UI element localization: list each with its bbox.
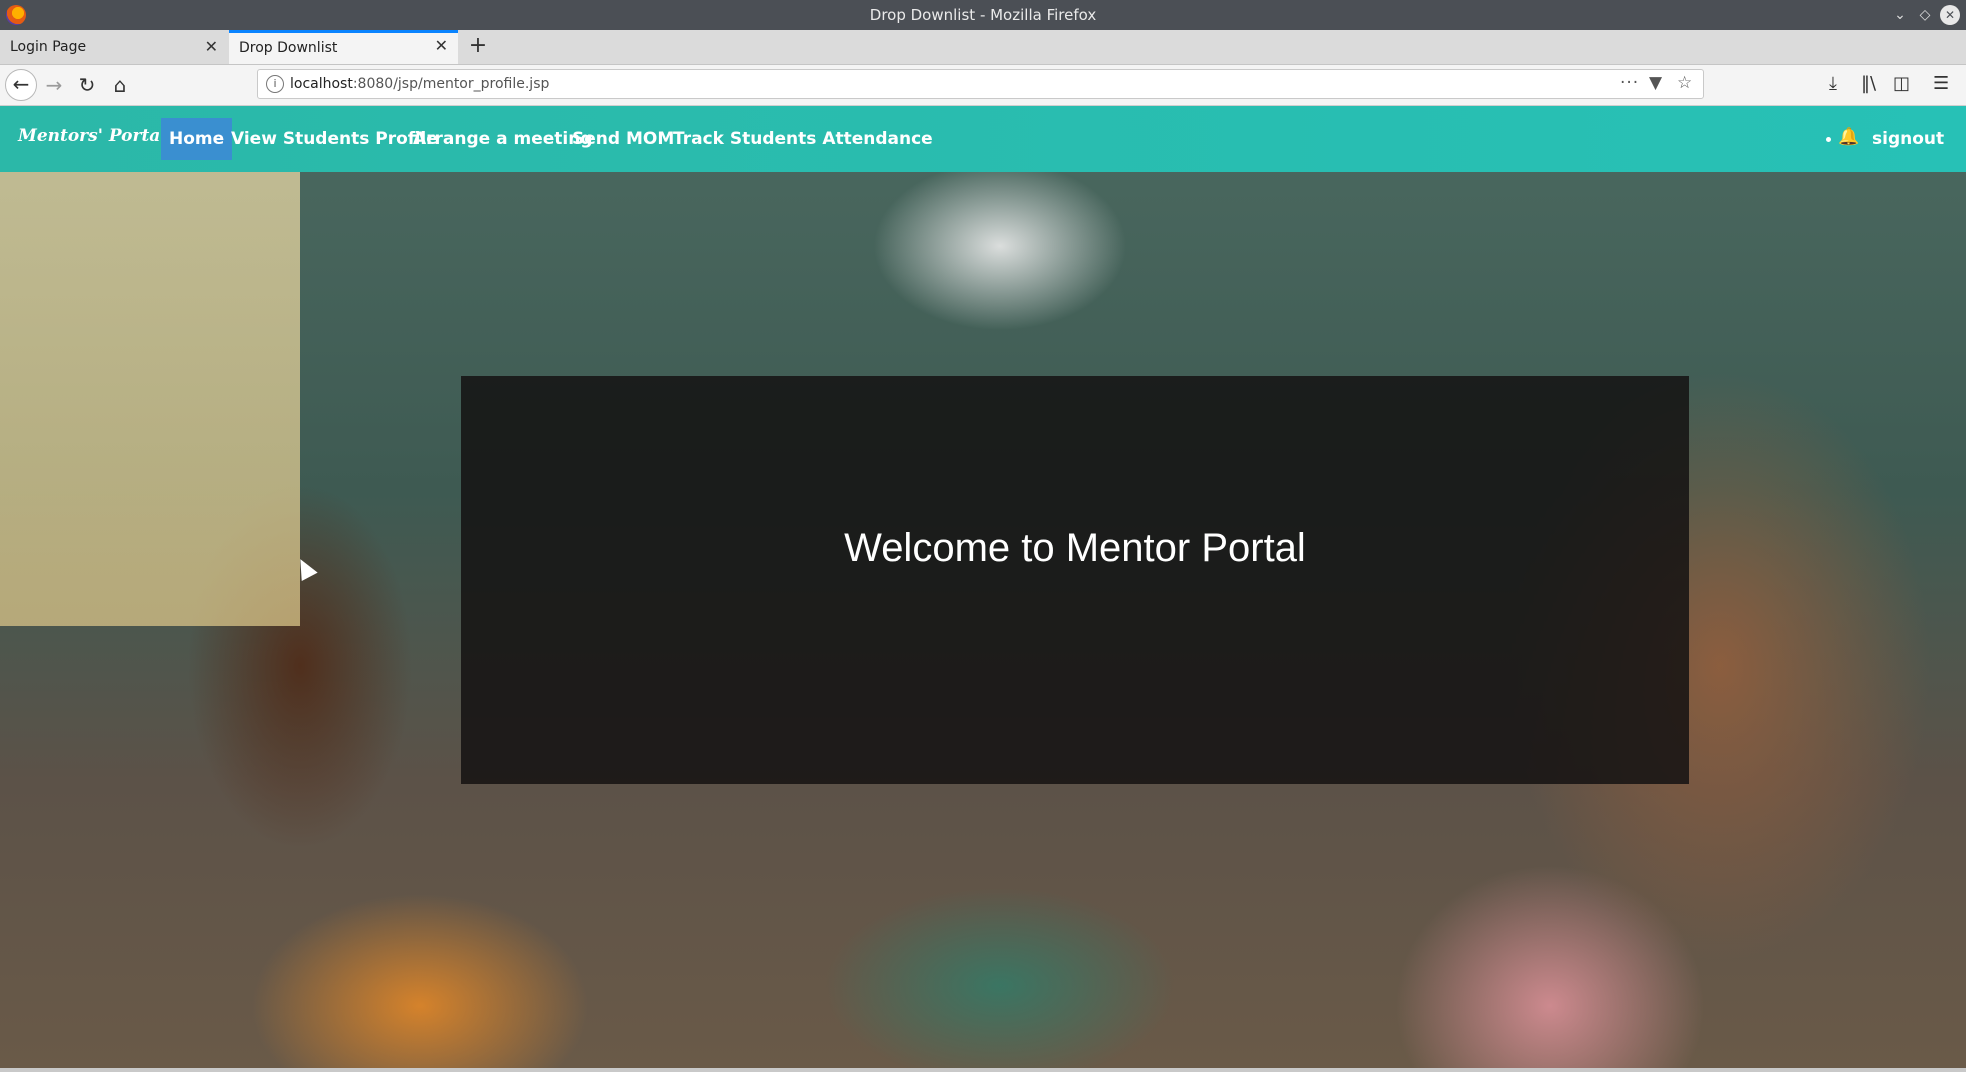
window-title: Drop Downlist - Mozilla Firefox: [869, 6, 1097, 24]
url-text[interactable]: localhost:8080/jsp/mentor_profile.jsp: [290, 76, 549, 92]
tab-strip: Login Page ✕ Drop Downlist ✕ +: [0, 30, 1966, 65]
close-window-icon[interactable]: ✕: [1940, 5, 1960, 25]
home-button[interactable]: ⌂: [104, 69, 136, 101]
close-tab-icon[interactable]: ✕: [435, 31, 448, 61]
signout-link[interactable]: signout: [1872, 106, 1944, 172]
url-host: localhost: [290, 76, 353, 92]
url-bar[interactable]: i localhost:8080/jsp/mentor_profile.jsp …: [257, 69, 1704, 99]
window-titlebar: Drop Downlist - Mozilla Firefox ⌄ ◇ ✕: [0, 0, 1966, 30]
tab-label: Drop Downlist: [239, 40, 338, 56]
forward-button[interactable]: →: [38, 69, 70, 101]
nav-track-attendance[interactable]: Track Students Attendance: [665, 106, 941, 172]
new-tab-button[interactable]: +: [463, 30, 493, 64]
notification-dot: [1826, 137, 1831, 142]
downloads-icon[interactable]: ⤓: [1829, 73, 1837, 94]
welcome-panel: Welcome to Mentor Portal: [461, 376, 1689, 784]
url-path: :8080/jsp/mentor_profile.jsp: [352, 76, 550, 92]
tab-drop-downlist[interactable]: Drop Downlist ✕: [229, 30, 458, 64]
back-button[interactable]: ←: [5, 69, 37, 101]
page-actions-icon[interactable]: ···: [1620, 73, 1639, 93]
page-content: Mentors' Portal Home View Students Profi…: [0, 106, 1966, 1072]
sidebar-icon[interactable]: ◫: [1893, 73, 1910, 94]
nav-home[interactable]: Home: [161, 118, 233, 160]
site-info-icon[interactable]: i: [266, 75, 284, 93]
maximize-icon[interactable]: ◇: [1914, 4, 1936, 26]
bookmark-star-icon[interactable]: ☆: [1677, 73, 1692, 93]
tab-login-page[interactable]: Login Page ✕: [0, 30, 228, 64]
welcome-heading: Welcome to Mentor Portal: [844, 526, 1306, 570]
navigation-toolbar: ← → ↻ ⌂ i localhost:8080/jsp/mentor_prof…: [0, 65, 1966, 106]
site-navbar: Mentors' Portal Home View Students Profi…: [0, 106, 1966, 172]
library-icon[interactable]: ‖\: [1861, 73, 1876, 94]
menu-icon[interactable]: ☰: [1933, 73, 1949, 94]
tab-label: Login Page: [10, 39, 87, 55]
browser-window: Drop Downlist - Mozilla Firefox ⌄ ◇ ✕ Lo…: [0, 0, 1966, 1072]
bell-icon[interactable]: 🔔: [1838, 127, 1859, 147]
minimize-icon[interactable]: ⌄: [1889, 4, 1911, 26]
bottom-edge: [0, 1068, 1966, 1072]
site-brand[interactable]: Mentors' Portal: [18, 126, 167, 146]
background-classroom-image: [0, 106, 300, 626]
close-tab-icon[interactable]: ✕: [205, 30, 218, 64]
reload-button[interactable]: ↻: [71, 69, 103, 101]
pocket-icon[interactable]: ▼: [1649, 73, 1662, 93]
